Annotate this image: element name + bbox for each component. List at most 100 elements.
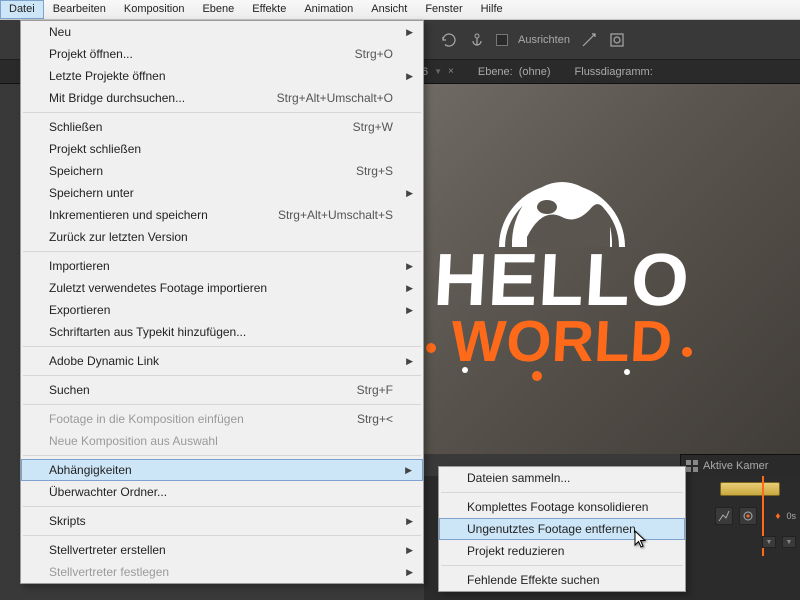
file-menu-item[interactable]: Speichern unter ▶ — [21, 182, 423, 204]
file-menu-item[interactable]: Letzte Projekte öffnen▶ — [21, 65, 423, 87]
file-menu-label: Projekt öffnen... — [49, 47, 355, 61]
dot-icon — [462, 367, 468, 373]
submenu-arrow-icon: ▶ — [406, 305, 413, 316]
submenu-arrow-icon: ▶ — [406, 545, 413, 556]
dependencies-submenu: Dateien sammeln... Komplettes Footage kon… — [438, 466, 686, 592]
file-menu-item[interactable]: Neu▶ — [21, 21, 423, 43]
timecode-label: 0s — [786, 511, 796, 521]
menu-hilfe[interactable]: Hilfe — [472, 0, 512, 19]
menu-animation[interactable]: Animation — [295, 0, 362, 19]
dot-icon — [624, 369, 630, 375]
file-menu-item[interactable]: Mit Bridge durchsuchen...Strg+Alt+Umscha… — [21, 87, 423, 109]
tab-layer-value: (ohne) — [519, 66, 551, 78]
submenu-arrow-icon: ▶ — [406, 567, 413, 578]
file-menu-label: Zuletzt verwendetes Footage importieren — [49, 281, 393, 295]
file-menu-item[interactable]: Zuletzt verwendetes Footage importieren ▶ — [21, 277, 423, 299]
close-tab-icon[interactable]: × — [448, 66, 454, 77]
file-menu-label: Abhängigkeiten — [49, 463, 393, 477]
submenu-item[interactable]: Projekt reduzieren — [439, 540, 685, 562]
file-menu-item[interactable]: SchließenStrg+W — [21, 116, 423, 138]
graph-editor-icon[interactable] — [715, 507, 733, 525]
timeline-layer-bar[interactable] — [720, 482, 780, 496]
file-menu-item[interactable]: Zurück zur letzten Version — [21, 226, 423, 248]
shortcut-label: Strg+F — [357, 383, 393, 397]
file-menu-label: Importieren — [49, 259, 393, 273]
submenu-arrow-icon: ▶ — [406, 188, 413, 199]
file-menu-item[interactable]: Abhängigkeiten ▶ — [21, 459, 423, 481]
mask-icon[interactable] — [739, 507, 757, 525]
file-menu-item[interactable]: Inkrementieren und speichernStrg+Alt+Ums… — [21, 204, 423, 226]
layer-dropdown-icon[interactable]: ▼ — [782, 536, 796, 548]
menu-bearbeiten[interactable]: Bearbeiten — [44, 0, 115, 19]
composition-viewport[interactable]: HELLO WORLD — [424, 84, 800, 454]
submenu-item[interactable]: Fehlende Effekte suchen — [439, 569, 685, 591]
submenu-arrow-icon: ▶ — [406, 356, 413, 367]
menu-komposition[interactable]: Komposition — [115, 0, 194, 19]
menu-fenster[interactable]: Fenster — [416, 0, 471, 19]
submenu-arrow-icon: ▶ — [406, 283, 413, 294]
globe-icon — [492, 167, 632, 247]
view-mode-strip: Aktive Kamer — [680, 454, 800, 476]
rotate-tool-icon[interactable] — [440, 31, 458, 49]
file-menu-item[interactable]: Schriftarten aus Typekit hinzufügen... — [21, 321, 423, 343]
submenu-item[interactable]: Dateien sammeln... — [439, 467, 685, 489]
file-menu-label: Speichern unter — [49, 186, 393, 200]
file-menu-label: Neue Komposition aus Auswahl — [49, 434, 393, 448]
submenu-label: Dateien sammeln... — [467, 471, 570, 485]
file-menu-item[interactable]: Projekt öffnen...Strg+O — [21, 43, 423, 65]
shortcut-label: Strg+Alt+Umschalt+S — [278, 208, 393, 222]
file-menu-label: Letzte Projekte öffnen — [49, 69, 393, 83]
file-menu-label: Speichern — [49, 164, 356, 178]
file-menu-item[interactable]: Projekt schließen — [21, 138, 423, 160]
tab-layer[interactable]: Ebene: (ohne) — [478, 66, 551, 78]
shortcut-label: Strg+Alt+Umschalt+O — [277, 91, 393, 105]
file-menu-label: Inkrementieren und speichern — [49, 208, 278, 222]
file-menu-item[interactable]: Exportieren▶ — [21, 299, 423, 321]
menu-datei[interactable]: Datei — [0, 0, 44, 19]
file-menu-item[interactable]: Überwachter Ordner... — [21, 481, 423, 503]
submenu-arrow-icon: ▶ — [406, 261, 413, 272]
layer-dropdown-icon[interactable]: ▼ — [762, 536, 776, 548]
file-menu-item[interactable]: Adobe Dynamic Link▶ — [21, 350, 423, 372]
file-menu-label: Mit Bridge durchsuchen... — [49, 91, 277, 105]
dot-icon — [682, 347, 692, 357]
file-menu-item[interactable]: SuchenStrg+F — [21, 379, 423, 401]
menu-ebene[interactable]: Ebene — [193, 0, 243, 19]
submenu-item[interactable]: Ungenutztes Footage entfernen — [439, 518, 685, 540]
file-menu-item[interactable]: Skripts ▶ — [21, 510, 423, 532]
file-menu-item[interactable]: Stellvertreter erstellen▶ — [21, 539, 423, 561]
grid-icon[interactable] — [685, 459, 699, 473]
file-menu-item[interactable]: Importieren ▶ — [21, 255, 423, 277]
submenu-label: Ungenutztes Footage entfernen — [467, 522, 636, 536]
snap-icon[interactable] — [580, 31, 598, 49]
align-checkbox[interactable] — [496, 34, 508, 46]
align-label: Ausrichten — [518, 34, 570, 46]
file-menu-item[interactable]: SpeichernStrg+S — [21, 160, 423, 182]
timeline-toolbar: ♦ 0s — [715, 506, 796, 526]
submenu-arrow-icon: ▶ — [406, 516, 413, 527]
submenu-arrow-icon: ▶ — [405, 465, 412, 476]
file-menu-item: Neue Komposition aus Auswahl — [21, 430, 423, 452]
search-tool-icon[interactable] — [608, 31, 626, 49]
submenu-label: Fehlende Effekte suchen — [467, 573, 600, 587]
submenu-arrow-icon: ▶ — [406, 27, 413, 38]
file-menu-label: Stellvertreter festlegen — [49, 565, 393, 579]
menubar: Datei Bearbeiten Komposition Ebene Effek… — [0, 0, 800, 20]
shortcut-label: Strg+W — [353, 120, 393, 134]
shortcut-label: Strg+O — [355, 47, 393, 61]
shortcut-label: Strg+< — [357, 412, 393, 426]
marker-icon: ♦ — [775, 511, 780, 522]
menu-effekte[interactable]: Effekte — [243, 0, 295, 19]
file-menu-label: Footage in die Komposition einfügen — [49, 412, 357, 426]
file-menu-label: Projekt schließen — [49, 142, 393, 156]
submenu-label: Komplettes Footage konsolidieren — [467, 500, 648, 514]
tab-layer-label: Ebene: — [478, 66, 513, 78]
anchor-tool-icon[interactable] — [468, 31, 486, 49]
file-menu-label: Skripts — [49, 514, 393, 528]
tab-flow[interactable]: Flussdiagramm: — [575, 66, 653, 78]
menu-ansicht[interactable]: Ansicht — [362, 0, 416, 19]
submenu-item[interactable]: Komplettes Footage konsolidieren — [439, 496, 685, 518]
dropdown-icon[interactable]: ▼ — [434, 67, 442, 76]
dot-icon — [532, 371, 542, 381]
file-menu-item: Stellvertreter festlegen ▶ — [21, 561, 423, 583]
